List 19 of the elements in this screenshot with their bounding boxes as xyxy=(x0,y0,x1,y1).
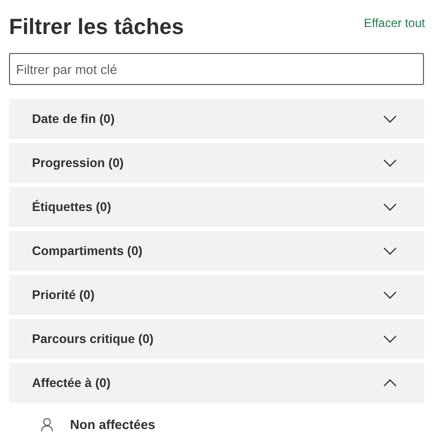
filter-section-header[interactable]: Compartiments (0) xyxy=(9,231,424,271)
chevron-icon xyxy=(383,291,397,299)
filter-section-header[interactable]: Date de fin (0) xyxy=(9,99,424,139)
chevron-icon xyxy=(383,379,397,387)
search-field[interactable]: Filtrer par mot clé xyxy=(9,53,424,85)
chevron-icon xyxy=(383,335,397,343)
chevron-icon xyxy=(383,247,397,255)
person-icon xyxy=(41,418,53,432)
filter-section-header[interactable]: Parcours critique (0) xyxy=(9,319,424,359)
chevron-icon xyxy=(383,115,397,123)
chevron-icon xyxy=(383,159,397,167)
filter-section-header[interactable]: Affectée à (0) xyxy=(9,363,424,403)
filter-section-header[interactable]: Progression (0) xyxy=(9,143,424,183)
assignee-option[interactable]: Non affectées xyxy=(70,417,156,432)
clear-all-link[interactable]: Effacer tout xyxy=(364,16,425,30)
chevron-icon xyxy=(383,203,397,211)
filter-section-header[interactable]: Priorité (0) xyxy=(9,275,424,315)
panel-title: Filtrer les tâches xyxy=(9,13,184,41)
filter-section-header[interactable]: Étiquettes (0) xyxy=(9,187,424,227)
